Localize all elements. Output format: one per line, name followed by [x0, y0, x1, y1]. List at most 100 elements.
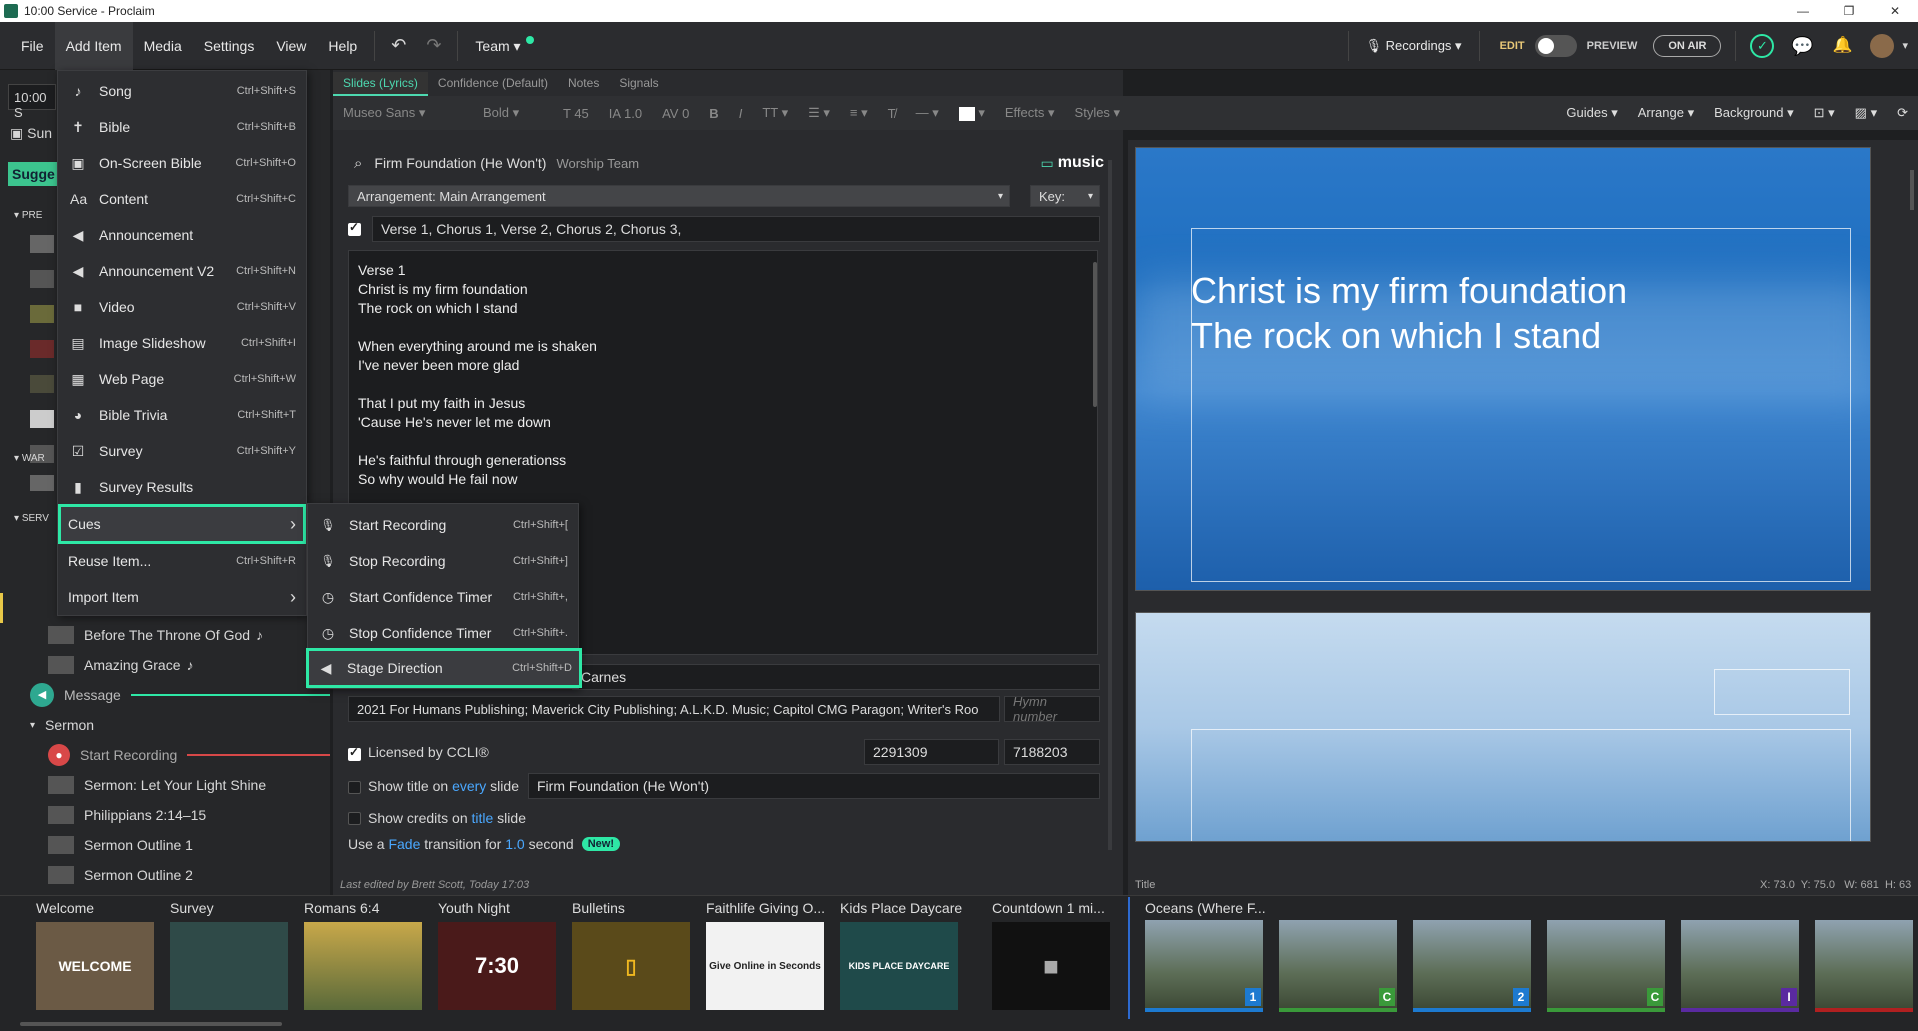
sequence-field[interactable]: Verse 1, Chorus 1, Verse 2, Chorus 2, Ch…	[372, 216, 1100, 242]
menu-item-content[interactable]: Aa Content Ctrl+Shift+C	[58, 181, 306, 217]
tab-confidence[interactable]: Confidence (Default)	[428, 72, 558, 96]
hymn-number-field[interactable]: Hymn number	[1004, 694, 1100, 724]
search-icon[interactable]: ⌕	[354, 155, 362, 172]
list-item[interactable]: Amazing Grace ♪	[0, 650, 330, 680]
font-family-select[interactable]: Museo Sans ▾	[333, 105, 473, 121]
pre-thumb[interactable]	[30, 410, 54, 428]
menu-item-reuse-item[interactable]: Reuse Item... Ctrl+Shift+R	[58, 543, 306, 579]
pre-thumb[interactable]	[30, 235, 54, 253]
authors-field[interactable]: Carnes	[572, 664, 1100, 690]
menu-add-item[interactable]: Add Item	[54, 21, 133, 70]
menu-item-web-page[interactable]: ▦ Web Page Ctrl+Shift+W	[58, 361, 306, 397]
pre-thumb[interactable]	[30, 340, 54, 358]
service-section[interactable]: ▾ SERV	[14, 513, 49, 524]
menu-item-announcement[interactable]: ◀ Announcement	[58, 217, 306, 253]
align-icon[interactable]: ≡ ▾	[840, 105, 878, 121]
font-weight-select[interactable]: Bold ▾	[473, 105, 553, 121]
edit-preview-toggle[interactable]	[1534, 34, 1577, 57]
list-item[interactable]: Sermon: Let Your Light Shine	[0, 770, 330, 800]
licensed-checkbox[interactable]	[348, 745, 361, 761]
copyright-field[interactable]: 2021 For Humans Publishing; Maverick Cit…	[348, 696, 1000, 722]
title-link[interactable]: title	[472, 810, 494, 826]
menu-file[interactable]: File	[10, 22, 55, 70]
text-box-guide[interactable]	[1191, 729, 1851, 841]
menu-item-bible[interactable]: ✝ Bible Ctrl+Shift+B	[58, 109, 306, 145]
slide-preview-1[interactable]: Christ is my firm foundation The rock on…	[1135, 147, 1871, 591]
song-number-field[interactable]: 7188203	[1004, 739, 1100, 765]
menu-item-bible-trivia[interactable]: ◕ Bible Trivia Ctrl+Shift+T	[58, 397, 306, 433]
fade-link[interactable]: Fade	[388, 836, 420, 852]
service-date[interactable]: ▣ Sun	[10, 125, 52, 142]
text-case-icon[interactable]: TT ▾	[752, 105, 798, 121]
menu-item-cues[interactable]: Cues ›	[58, 504, 306, 544]
font-size-input[interactable]: T 45	[553, 106, 599, 121]
cue-start-confidence-timer[interactable]: ◷ Start Confidence Timer Ctrl+Shift+,	[308, 579, 578, 615]
list-item[interactable]: Before The Throne Of God ♪	[0, 620, 330, 650]
duration-link[interactable]: 1.0	[505, 836, 524, 852]
text-box-icon[interactable]: ⊡ ▾	[1804, 105, 1845, 121]
menu-item-video[interactable]: ■ Video Ctrl+Shift+V	[58, 289, 306, 325]
service-selector[interactable]: 10:00 S	[8, 84, 56, 120]
song-slide-thumb[interactable]	[1815, 920, 1913, 1012]
check-circle-icon[interactable]: ✓	[1750, 33, 1775, 58]
title-field[interactable]: Firm Foundation (He Won't)	[528, 773, 1100, 799]
strip-item-bulletins[interactable]: Bulletins ▯	[572, 900, 702, 1010]
arrangement-select[interactable]: Arrangement: Main Arrangement ▾	[348, 185, 1010, 207]
menu-item-on-screen-bible[interactable]: ▣ On-Screen Bible Ctrl+Shift+O	[58, 145, 306, 181]
song-slide-thumb[interactable]: 2	[1413, 920, 1531, 1012]
strip-item-welcome[interactable]: Welcome WELCOME	[36, 900, 166, 1010]
song-slide-thumb[interactable]: 1	[1145, 920, 1263, 1012]
cue-stop-confidence-timer[interactable]: ◷ Stop Confidence Timer Ctrl+Shift+.	[308, 615, 578, 651]
strip-item-faithlife-giving[interactable]: Faithlife Giving O... Give Online in Seco…	[706, 900, 836, 1010]
bold-icon[interactable]: B	[699, 106, 728, 121]
menu-settings[interactable]: Settings	[193, 22, 266, 70]
strip-item-youth-night[interactable]: Youth Night 7:30	[438, 900, 568, 1010]
sequence-checkbox[interactable]	[348, 220, 361, 236]
image-icon[interactable]: ▨ ▾	[1845, 105, 1887, 121]
list-item[interactable]: ▾ Sermon	[0, 710, 330, 740]
team-dropdown[interactable]: Team ▾	[464, 22, 531, 70]
list-item[interactable]: Philippians 2:14–15	[0, 800, 330, 830]
cue-start-recording[interactable]: 🎙 Start Recording Ctrl+Shift+[	[308, 507, 578, 543]
line-spacing-icon[interactable]: — ▾	[906, 105, 949, 121]
undo-icon[interactable]: ↶	[381, 35, 416, 56]
pre-thumb[interactable]	[30, 270, 54, 288]
editor-scrollbar[interactable]	[1108, 160, 1112, 850]
color-swatch[interactable]: ▾	[949, 105, 995, 121]
menu-item-image-slideshow[interactable]: ▤ Image Slideshow Ctrl+Shift+I	[58, 325, 306, 361]
menu-item-song[interactable]: ♪ Song Ctrl+Shift+S	[58, 73, 306, 109]
strip-scrollbar[interactable]	[20, 1022, 282, 1026]
text-box-guide[interactable]	[1714, 669, 1850, 715]
spacing-input[interactable]: AV 0	[652, 106, 699, 121]
suggest-button[interactable]: Sugge	[8, 162, 58, 186]
list-icon[interactable]: ☰ ▾	[798, 105, 840, 121]
pre-service-section[interactable]: ▾ PRE	[14, 210, 42, 221]
redo-icon[interactable]: ↷	[416, 35, 451, 56]
menu-item-survey-results[interactable]: ▮ Survey Results	[58, 469, 306, 505]
maximize-icon[interactable]: ❐	[1826, 0, 1872, 22]
tab-notes[interactable]: Notes	[558, 72, 609, 96]
slide-text[interactable]: Christ is my firm foundation The rock on…	[1191, 268, 1627, 358]
cue-stop-recording[interactable]: 🎙 Stop Recording Ctrl+Shift+]	[308, 543, 578, 579]
strip-item-kids-place[interactable]: Kids Place Daycare KIDS PLACE DAYCARE	[840, 900, 970, 1010]
list-item[interactable]: ● Start Recording	[0, 740, 330, 770]
clear-format-icon[interactable]: T̸	[878, 106, 906, 121]
menu-media[interactable]: Media	[133, 22, 193, 70]
minimize-icon[interactable]: —	[1780, 0, 1826, 22]
menu-help[interactable]: Help	[317, 22, 368, 70]
ccli-number-field[interactable]: 2291309	[864, 739, 999, 765]
pre-thumb[interactable]	[30, 375, 54, 393]
styles-dropdown[interactable]: Styles ▾	[1065, 105, 1131, 121]
effects-dropdown[interactable]: Effects ▾	[995, 105, 1065, 121]
strip-item-romans[interactable]: Romans 6:4	[304, 900, 434, 1010]
song-slide-thumb[interactable]: C	[1279, 920, 1397, 1012]
menu-item-import-item[interactable]: Import Item ›	[58, 579, 306, 615]
guides-dropdown[interactable]: Guides ▾	[1556, 105, 1627, 121]
every-link[interactable]: every	[452, 778, 486, 794]
line-height-input[interactable]: IA 1.0	[599, 106, 652, 121]
bell-icon[interactable]: 🔔	[1830, 34, 1854, 58]
avatar[interactable]	[1870, 33, 1895, 58]
show-credits-checkbox[interactable]	[348, 812, 361, 825]
lyrics-scrollbar[interactable]	[1093, 262, 1097, 407]
chevron-down-icon[interactable]: ▾	[1902, 39, 1908, 52]
